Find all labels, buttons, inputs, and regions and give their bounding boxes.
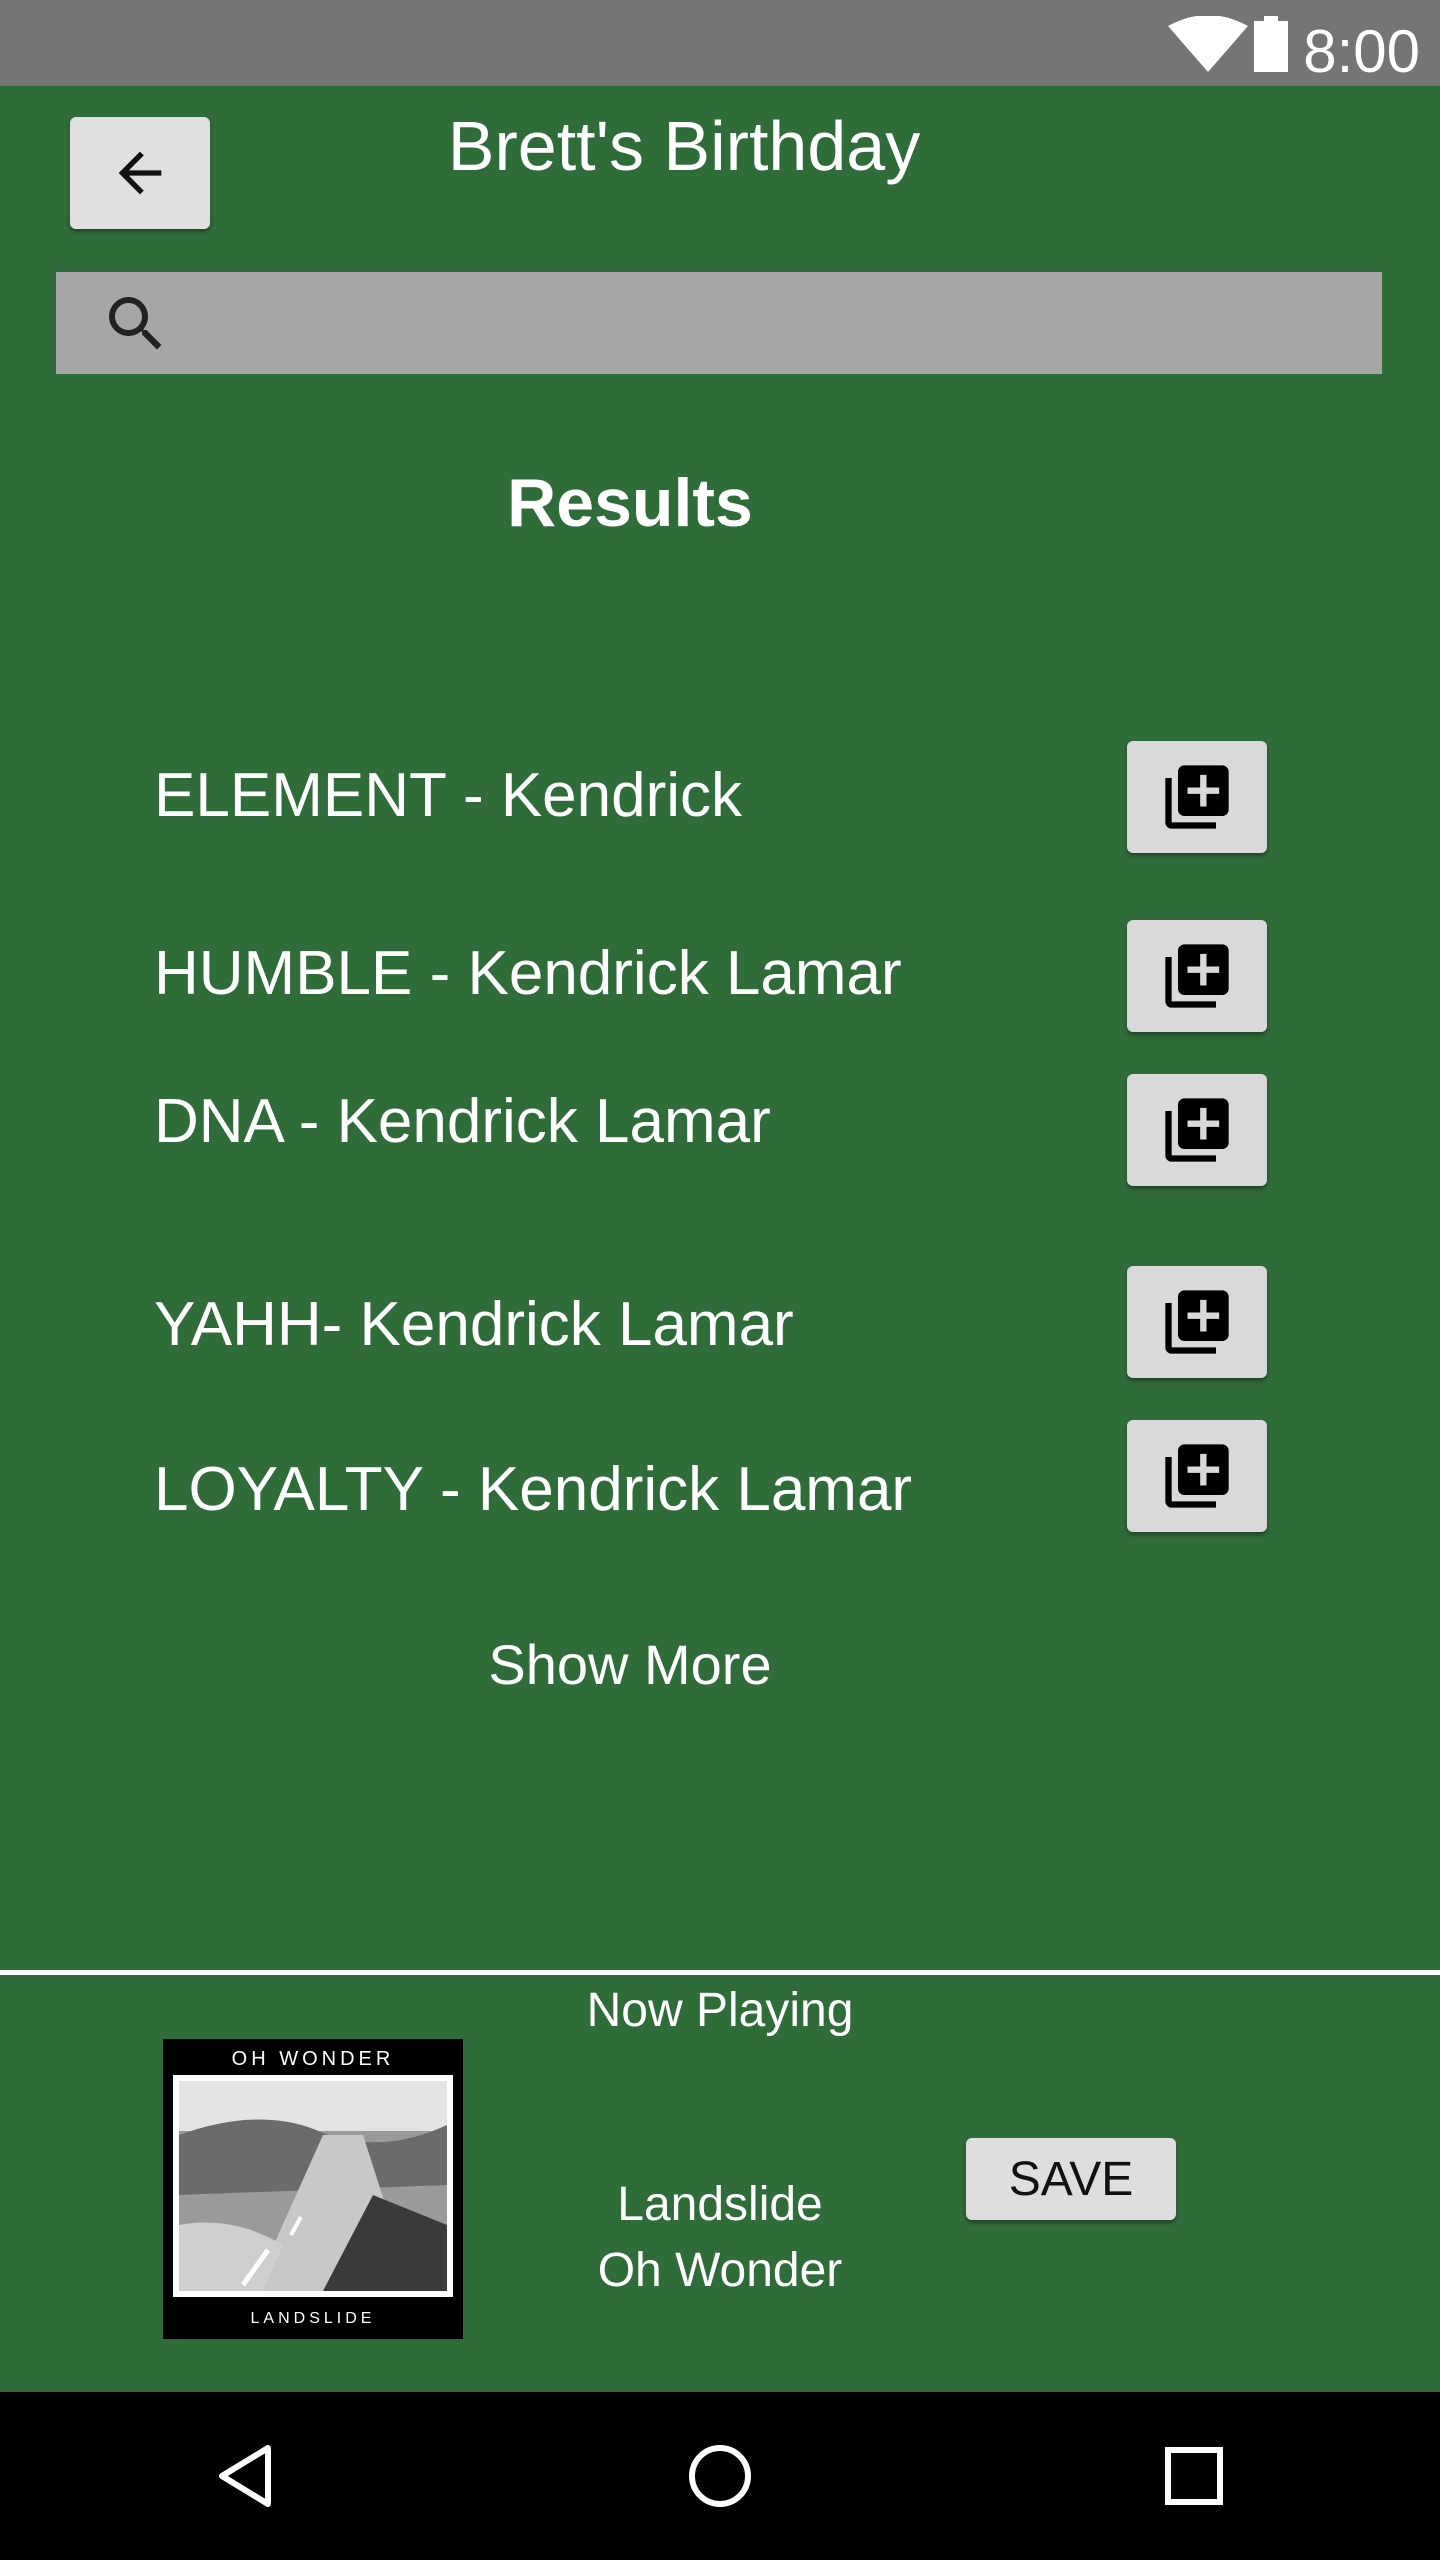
save-button[interactable]: SAVE (966, 2138, 1176, 2220)
track-title: Landslide (617, 2178, 823, 2231)
now-playing-label: Now Playing (586, 1984, 854, 2037)
add-to-queue-icon (1165, 765, 1229, 829)
add-song-button[interactable] (1127, 1074, 1267, 1186)
back-button[interactable] (70, 117, 210, 229)
track-artist: Oh Wonder (597, 2244, 843, 2297)
status-time: 8:00 (1303, 18, 1420, 85)
result-item-label[interactable]: ELEMENT - Kendrick (154, 758, 742, 834)
battery-icon (1254, 16, 1288, 72)
result-item-label[interactable]: LOYALTY - Kendrick Lamar (154, 1452, 912, 1528)
arrow-left-icon (118, 151, 162, 195)
wifi-icon (1168, 16, 1248, 72)
add-song-button[interactable] (1127, 1266, 1267, 1378)
now-playing-divider (0, 1970, 1440, 1975)
album-art-artist: OH WONDER (231, 2048, 395, 2070)
album-art: OH WONDER LANDSLIDE (163, 2039, 463, 2339)
circle-home-icon[interactable] (684, 2440, 756, 2512)
result-item-label[interactable]: HUMBLE - Kendrick Lamar (154, 936, 902, 1012)
add-song-button[interactable] (1127, 741, 1267, 853)
add-song-button[interactable] (1127, 1420, 1267, 1532)
add-to-queue-icon (1165, 1444, 1229, 1508)
add-to-queue-icon (1165, 1290, 1229, 1354)
triangle-back-icon[interactable] (210, 2440, 282, 2512)
album-photo (173, 2075, 453, 2297)
search-input[interactable] (190, 272, 1374, 376)
results-heading: Results (507, 465, 753, 541)
add-to-queue-icon (1165, 944, 1229, 1008)
result-item-label[interactable]: YAHH- Kendrick Lamar (154, 1287, 794, 1363)
add-to-queue-icon (1165, 1098, 1229, 1162)
album-art-title: LANDSLIDE (250, 2310, 376, 2327)
page-title: Brett's Birthday (447, 107, 921, 185)
square-recents-icon[interactable] (1158, 2440, 1230, 2512)
show-more-button[interactable]: Show More (420, 1630, 840, 1700)
search-icon[interactable] (100, 288, 172, 360)
result-item-label[interactable]: DNA - Kendrick Lamar (154, 1084, 771, 1160)
add-song-button[interactable] (1127, 920, 1267, 1032)
